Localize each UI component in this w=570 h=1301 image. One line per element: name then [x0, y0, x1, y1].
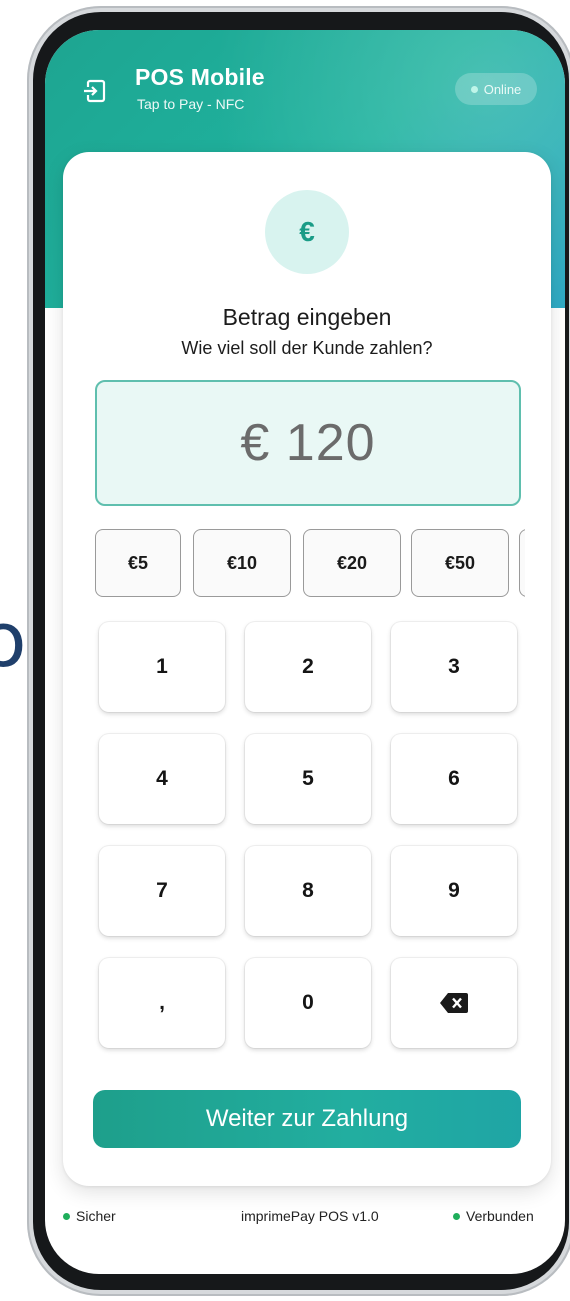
app-title: POS Mobile: [135, 64, 265, 90]
preset-5-button[interactable]: €5: [95, 529, 181, 597]
key-9[interactable]: 9: [391, 846, 517, 936]
key-4[interactable]: 4: [99, 734, 225, 824]
continue-to-payment-button[interactable]: Weiter zur Zahlung: [93, 1090, 521, 1148]
footer-version-label: imprimePay POS v1.0: [241, 1208, 379, 1224]
footer-secure-label: Sicher: [76, 1208, 116, 1224]
app-screen: POS Mobile Tap to Pay - NFC Online € Bet…: [45, 30, 565, 1274]
euro-icon: €: [265, 190, 349, 274]
key-0[interactable]: 0: [245, 958, 371, 1048]
backspace-button[interactable]: [391, 958, 517, 1048]
app-subtitle: Tap to Pay - NFC: [137, 96, 245, 112]
footer-app-version: imprimePay POS v1.0: [241, 1208, 379, 1224]
login-icon[interactable]: [81, 78, 107, 104]
preset-50-button[interactable]: €50: [411, 529, 509, 597]
connected-dot-icon: [453, 1212, 460, 1220]
amount-subtitle: Wie viel soll der Kunde zahlen?: [181, 338, 433, 358]
secure-dot-icon: [63, 1212, 70, 1220]
status-dot-icon: [470, 85, 478, 93]
key-3[interactable]: 3: [391, 622, 517, 712]
footer-connection-status: Verbunden: [453, 1208, 534, 1224]
key-7[interactable]: 7: [99, 846, 225, 936]
footer-secure-status: Sicher: [63, 1208, 116, 1224]
amount-display[interactable]: € 120: [95, 380, 521, 506]
key-2[interactable]: 2: [245, 622, 371, 712]
preset-more-button[interactable]: [519, 529, 525, 597]
key-5[interactable]: 5: [245, 734, 371, 824]
key-comma[interactable]: ,: [99, 958, 225, 1048]
key-1[interactable]: 1: [99, 622, 225, 712]
amount-entry-card: € Betrag eingeben Wie viel soll der Kund…: [63, 152, 551, 1186]
footer-connected-label: Verbunden: [466, 1208, 534, 1224]
preset-20-button[interactable]: €20: [303, 529, 401, 597]
online-status-badge: Online: [455, 73, 537, 105]
backspace-icon: [440, 993, 468, 1013]
key-6[interactable]: 6: [391, 734, 517, 824]
online-status-label: Online: [483, 81, 522, 97]
preset-10-button[interactable]: €10: [193, 529, 291, 597]
key-8[interactable]: 8: [245, 846, 371, 936]
amount-title: Betrag eingeben: [222, 304, 392, 330]
preset-amounts: €5 €10 €20 €50: [95, 529, 525, 597]
